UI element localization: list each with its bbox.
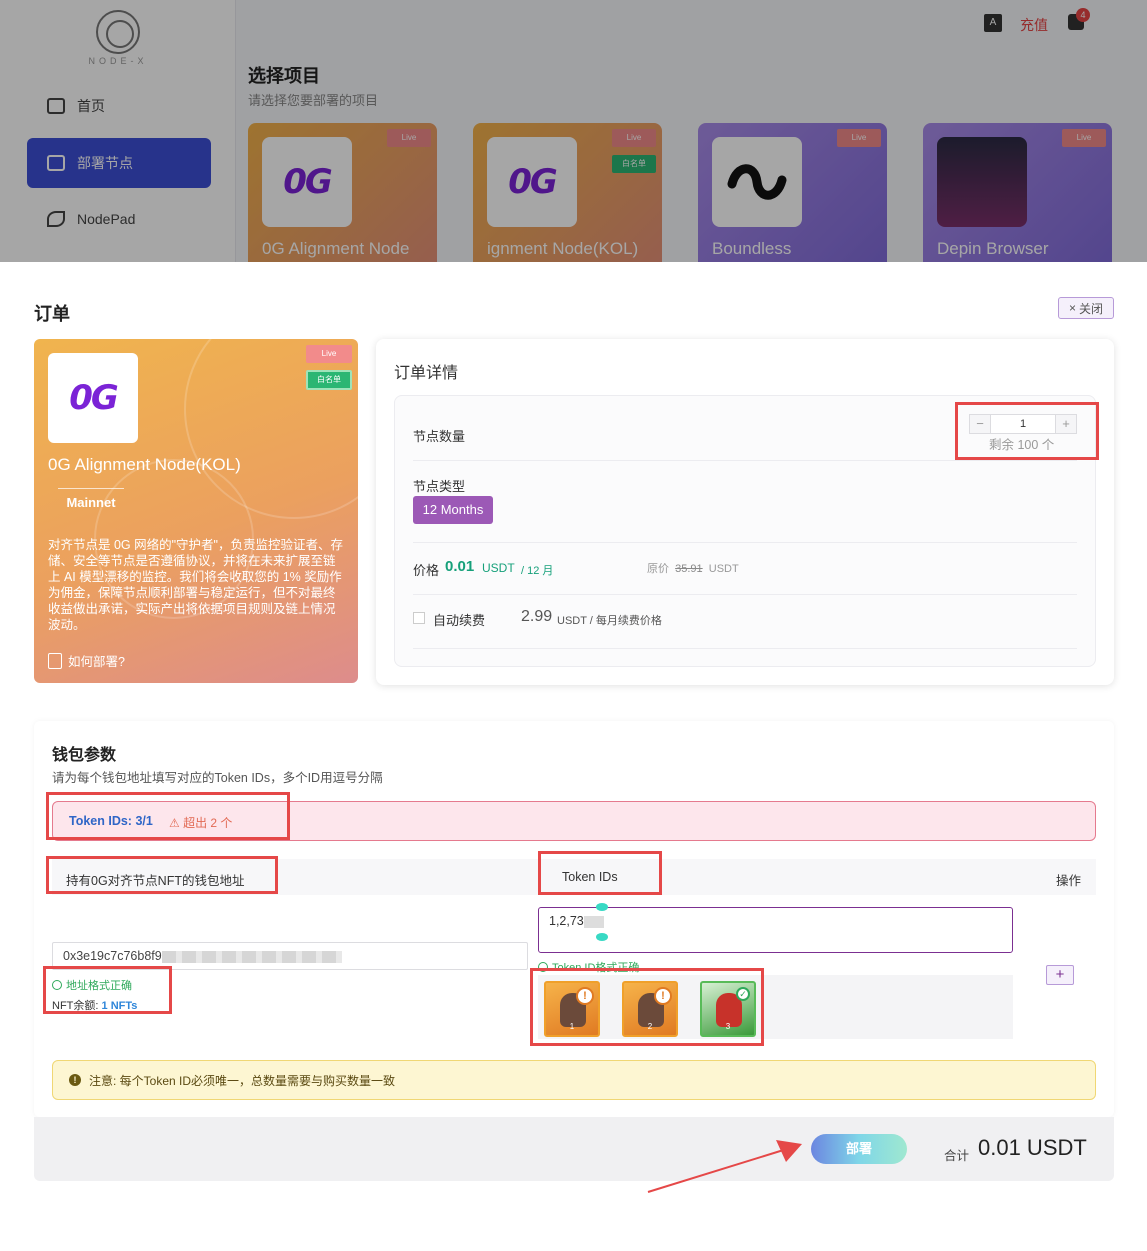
0g-logo-icon: 0G [48, 353, 138, 443]
nft-card[interactable]: ! 1 [544, 981, 600, 1037]
whitelist-badge: 白名单 [306, 370, 352, 390]
token-ids-textarea[interactable]: 1,2,73 [538, 907, 1013, 953]
wallet-address-input[interactable]: 0x3e19c7c76b8f9 [52, 942, 528, 970]
nft-balance-value: 1 NFTs [101, 1000, 138, 1012]
order-details-panel: 订单详情 节点数量 − 1 + 剩余 100 个 节点类型 12 Months … [376, 339, 1114, 685]
column-token-ids: Token IDs [562, 870, 618, 884]
price-unit: USDT [482, 561, 515, 575]
warning-icon: ! [576, 987, 594, 1005]
how-to-deploy-label: 如何部署? [68, 655, 125, 669]
warning-icon: ! [654, 987, 672, 1005]
column-address: 持有0G对齐节点NFT的钱包地址 [66, 874, 245, 888]
auto-renew-label: 自动续费 [433, 613, 486, 628]
remaining-count: 剩余 100 个 [989, 438, 1055, 452]
token-exceed-warning: ⚠ 超出 2 个 [169, 816, 233, 830]
check-circle-icon [538, 962, 548, 972]
token-ids-valid-text: Token ID格式正确 [538, 959, 639, 975]
price-label: 价格 [413, 563, 440, 578]
text-cursor-icon [596, 903, 608, 941]
nft-preview-list: ! 1 ! 2 ✓ 3 [538, 975, 1013, 1039]
nft-balance: NFT余额: 1 NFTs [52, 1000, 138, 1012]
token-count: Token IDs: 3/1 [69, 814, 153, 828]
annotation-arrow-icon [647, 1140, 802, 1193]
product-card: 0G Live 白名单 0G Alignment Node(KOL) Mainn… [34, 339, 358, 683]
original-price: 原价 35.91 USDT [647, 560, 739, 576]
node-quantity-label: 节点数量 [413, 429, 466, 444]
price-value: 0.01 [445, 558, 475, 575]
warning-icon: ! [69, 1074, 81, 1086]
check-icon: ✓ [736, 987, 750, 1001]
doc-icon [48, 652, 62, 669]
price-period: / 12 月 [521, 565, 554, 577]
wallet-subtitle: 请为每个钱包地址填写对应的Token IDs，多个ID用逗号分隔 [52, 771, 383, 785]
product-description: 对齐节点是 0G 网络的"守护者"，负责监控验证者、存储、安全等节点是否遵循协议… [48, 538, 343, 632]
deploy-button[interactable]: 部署 [811, 1134, 907, 1164]
quantity-input[interactable]: 1 [990, 415, 1056, 433]
table-header: 持有0G对齐节点NFT的钱包地址 Token IDs 操作 [52, 859, 1096, 895]
background-app: NODE-X 首页 部署节点 NodePad A 充值 4 选择项目 请选择您要… [0, 0, 1147, 262]
add-row-button[interactable]: + [1046, 965, 1074, 985]
order-details-body: 节点数量 − 1 + 剩余 100 个 节点类型 12 Months 价格 0.… [394, 395, 1096, 667]
total-value: 0.01 USDT [978, 1135, 1087, 1160]
how-to-deploy-link[interactable]: 如何部署? [48, 651, 125, 670]
node-type-label: 节点类型 [413, 479, 466, 494]
node-type-option[interactable]: 12 Months [413, 496, 493, 524]
order-details-title: 订单详情 [394, 365, 459, 382]
divider [413, 648, 1077, 649]
live-badge: Live [306, 345, 352, 363]
column-action: 操作 [1056, 874, 1082, 888]
product-name: 0G Alignment Node(KOL) [48, 455, 241, 474]
auto-renew-checkbox[interactable] [413, 612, 425, 624]
address-valid-text: 地址格式正确 [52, 977, 132, 993]
original-price-label: 原价 [647, 563, 669, 575]
decrement-button[interactable]: − [970, 415, 990, 433]
close-icon: × [1068, 301, 1076, 315]
token-count-alert: Token IDs: 3/1 ⚠ 超出 2 个 [52, 801, 1096, 841]
original-price-value: 35.91 [675, 563, 703, 575]
redacted-text [161, 950, 342, 963]
nft-card[interactable]: ! 2 [622, 981, 678, 1037]
check-circle-icon [52, 980, 62, 990]
close-button[interactable]: × 关闭 [1058, 297, 1114, 319]
increment-button[interactable]: + [1056, 415, 1076, 433]
modal-overlay [0, 0, 1147, 262]
renew-unit: USDT / 每月续费价格 [557, 615, 662, 627]
close-label: 关闭 [1079, 301, 1104, 316]
total-label: 合计 [944, 1149, 970, 1163]
modal-footer: 部署 合计 0.01 USDT [34, 1117, 1114, 1181]
modal-title: 订单 [34, 304, 70, 324]
notice-banner: ! 注意: 每个Token ID必须唯一，总数量需要与购买数量一致 [52, 1060, 1096, 1100]
wallet-params-section: 钱包参数 请为每个钱包地址填写对应的Token IDs，多个ID用逗号分隔 To… [34, 721, 1114, 1117]
original-price-unit: USDT [708, 563, 739, 575]
divider [413, 460, 1077, 461]
quantity-stepper: − 1 + [969, 414, 1077, 434]
nft-card[interactable]: ✓ 3 [700, 981, 756, 1037]
renew-price: 2.99 [521, 608, 553, 625]
renew-desc: 每月续费价格 [595, 615, 662, 627]
wallet-title: 钱包参数 [52, 747, 117, 764]
order-modal: 订单 × 关闭 0G Live 白名单 0G Alignment Node(KO… [0, 262, 1147, 1251]
divider [413, 594, 1077, 595]
notice-text: 注意: 每个Token ID必须唯一，总数量需要与购买数量一致 [89, 1073, 396, 1088]
divider [413, 542, 1077, 543]
network-label: Mainnet [58, 488, 124, 510]
